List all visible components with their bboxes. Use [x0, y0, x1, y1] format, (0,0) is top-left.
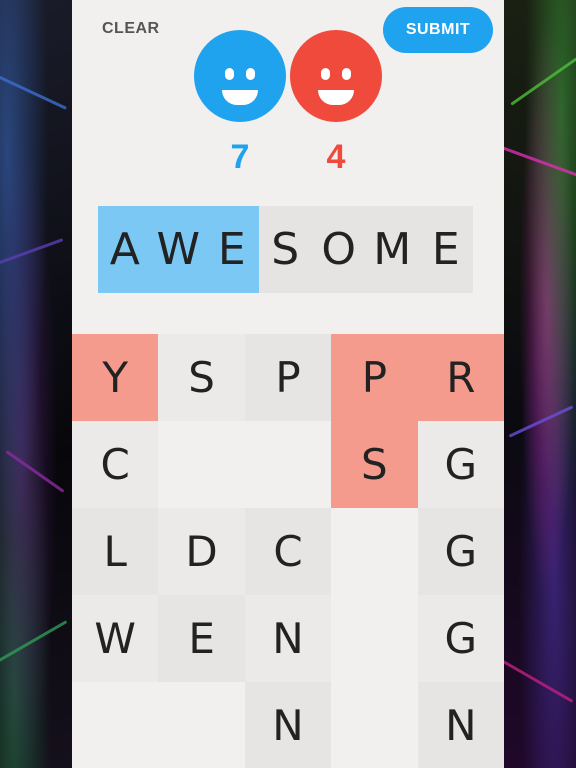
word-letter-tile[interactable]: S — [258, 206, 312, 293]
submit-button[interactable]: SUBMIT — [383, 7, 493, 53]
grid-letter-tile[interactable]: G — [417, 595, 504, 682]
background-right — [504, 0, 576, 768]
word-letter-tile[interactable]: E — [419, 206, 473, 293]
grid-letter-tile[interactable]: Y — [72, 334, 159, 421]
blue-player-face-icon — [194, 30, 286, 122]
background-left — [0, 0, 72, 768]
grid-letter-tile[interactable]: S — [331, 421, 418, 508]
grid-letter-tile[interactable]: P — [331, 334, 418, 421]
grid-letter-tile[interactable]: N — [244, 595, 332, 682]
grid-letter-tile[interactable]: N — [244, 682, 332, 768]
red-player-score: 4 — [326, 138, 346, 176]
word-letter-tile[interactable]: E — [205, 206, 259, 293]
clear-button[interactable]: CLEAR — [90, 14, 170, 44]
grid-letter-tile[interactable]: R — [417, 334, 504, 421]
blue-player-score: 7 — [230, 138, 250, 176]
grid-letter-tile[interactable]: N — [417, 682, 504, 768]
word-letter-tile[interactable]: A — [98, 206, 152, 293]
red-player-face-icon — [290, 30, 382, 122]
game-board: CLEAR SUBMIT 7 4 AWESOME YSPPRCSGLDCGWEN… — [72, 0, 504, 768]
grid-letter-tile[interactable]: W — [72, 595, 159, 682]
word-letter-tile[interactable]: M — [365, 206, 419, 293]
letter-grid: YSPPRCSGLDCGWENGNN — [72, 334, 504, 768]
grid-letter-tile[interactable]: D — [158, 508, 245, 595]
word-letter-tile[interactable]: W — [151, 206, 205, 293]
grid-letter-tile[interactable]: G — [417, 508, 504, 595]
grid-letter-tile[interactable]: G — [417, 421, 504, 508]
grid-letter-tile[interactable]: S — [158, 334, 245, 421]
grid-letter-tile[interactable]: L — [72, 508, 159, 595]
grid-letter-tile[interactable]: P — [244, 334, 332, 421]
grid-letter-tile[interactable]: E — [158, 595, 245, 682]
word-letter-tile[interactable]: O — [312, 206, 366, 293]
current-word[interactable]: AWESOME — [98, 206, 473, 293]
grid-letter-tile[interactable]: C — [244, 508, 332, 595]
grid-letter-tile[interactable]: C — [72, 421, 159, 508]
